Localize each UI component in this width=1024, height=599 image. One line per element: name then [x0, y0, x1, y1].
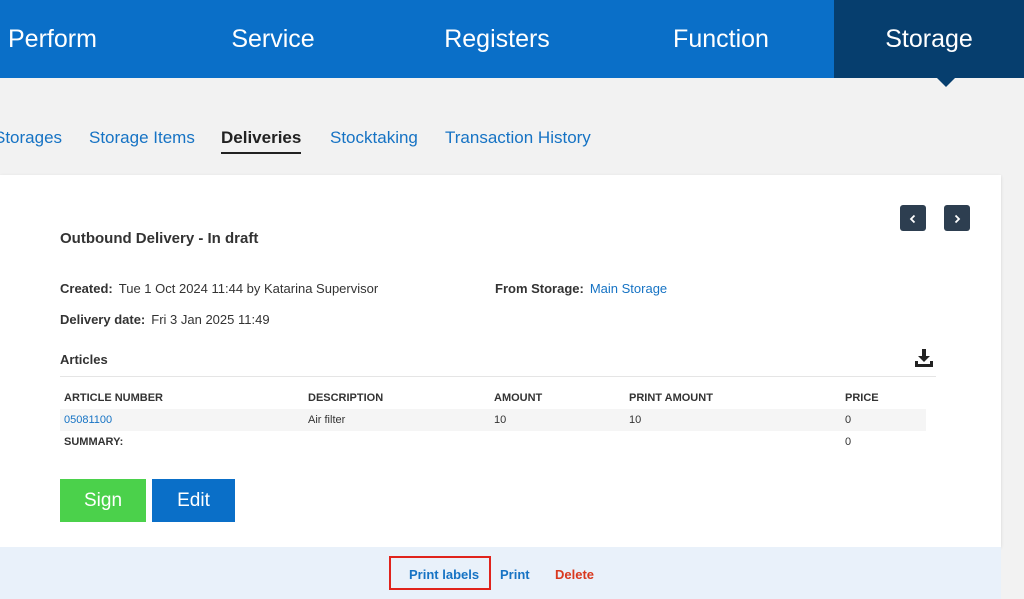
edit-button[interactable]: Edit: [152, 479, 235, 522]
delete-button[interactable]: Delete: [555, 567, 594, 582]
nav-item-function[interactable]: Function: [641, 0, 801, 78]
description-cell: Air filter: [304, 409, 490, 431]
created-info: Created: Tue 1 Oct 2024 11:44 by Katarina…: [60, 281, 378, 296]
print-button[interactable]: Print: [500, 567, 530, 582]
top-navigation: Perform Service Registers Function Stora…: [0, 0, 1024, 87]
from-storage-label: From Storage:: [495, 281, 584, 296]
previous-button[interactable]: [900, 205, 926, 231]
nav-item-perform[interactable]: Perform: [0, 0, 98, 78]
column-header-price: PRICE: [845, 392, 879, 404]
column-header-amount: AMOUNT: [494, 392, 543, 404]
table-header-row: ARTICLE NUMBER DESCRIPTION AMOUNT PRINT …: [60, 387, 926, 409]
tab-deliveries[interactable]: Deliveries: [221, 128, 302, 154]
column-header-article-number: ARTICLE NUMBER: [64, 392, 163, 404]
summary-empty-cell: [490, 431, 625, 453]
articles-heading: Articles: [60, 352, 108, 367]
next-button[interactable]: [944, 205, 970, 231]
column-header-description: DESCRIPTION: [308, 392, 384, 404]
amount-cell: 10: [490, 409, 625, 431]
nav-item-storage[interactable]: Storage: [834, 0, 1024, 78]
delivery-date-value: Fri 3 Jan 2025 11:49: [151, 312, 270, 327]
delivery-date-info: Delivery date: Fri 3 Jan 2025 11:49: [60, 312, 270, 327]
delivery-card: Outbound Delivery - In draft Created: Tue…: [0, 175, 1001, 547]
divider: [60, 376, 936, 377]
created-value: Tue 1 Oct 2024 11:44 by Katarina Supervi…: [118, 281, 379, 296]
tab-transaction-history[interactable]: Transaction History: [445, 128, 591, 148]
download-icon[interactable]: [913, 347, 935, 369]
articles-table: ARTICLE NUMBER DESCRIPTION AMOUNT PRINT …: [60, 387, 926, 453]
nav-item-service[interactable]: Service: [193, 0, 353, 78]
chevron-right-icon: [954, 215, 961, 224]
column-header-print-amount: PRINT AMOUNT: [629, 392, 713, 404]
summary-label: SUMMARY:: [64, 436, 124, 448]
actions-footer: Print labels Print Delete: [0, 547, 1001, 599]
chevron-left-icon: [909, 215, 916, 224]
tab-storages[interactable]: Storages: [0, 128, 62, 148]
from-storage-info: From Storage: Main Storage: [495, 281, 667, 296]
summary-row: SUMMARY: 0: [60, 431, 926, 453]
price-cell: 0: [841, 409, 926, 431]
active-nav-caret: [937, 78, 955, 87]
tab-storage-items[interactable]: Storage Items: [89, 128, 195, 148]
tab-stocktaking[interactable]: Stocktaking: [330, 128, 418, 148]
table-row: 05081100 Air filter 10 10 0: [60, 409, 926, 431]
created-label: Created:: [60, 281, 113, 296]
print-labels-button[interactable]: Print labels: [409, 567, 479, 582]
article-number-link[interactable]: 05081100: [60, 409, 304, 431]
summary-price: 0: [845, 436, 852, 448]
summary-empty-cell: [625, 431, 841, 453]
nav-item-registers[interactable]: Registers: [417, 0, 577, 78]
print-amount-cell: 10: [625, 409, 841, 431]
summary-empty-cell: [304, 431, 490, 453]
sign-button[interactable]: Sign: [60, 479, 146, 522]
delivery-date-label: Delivery date:: [60, 312, 146, 327]
from-storage-link[interactable]: Main Storage: [590, 281, 667, 296]
delivery-title: Outbound Delivery - In draft: [60, 230, 259, 247]
